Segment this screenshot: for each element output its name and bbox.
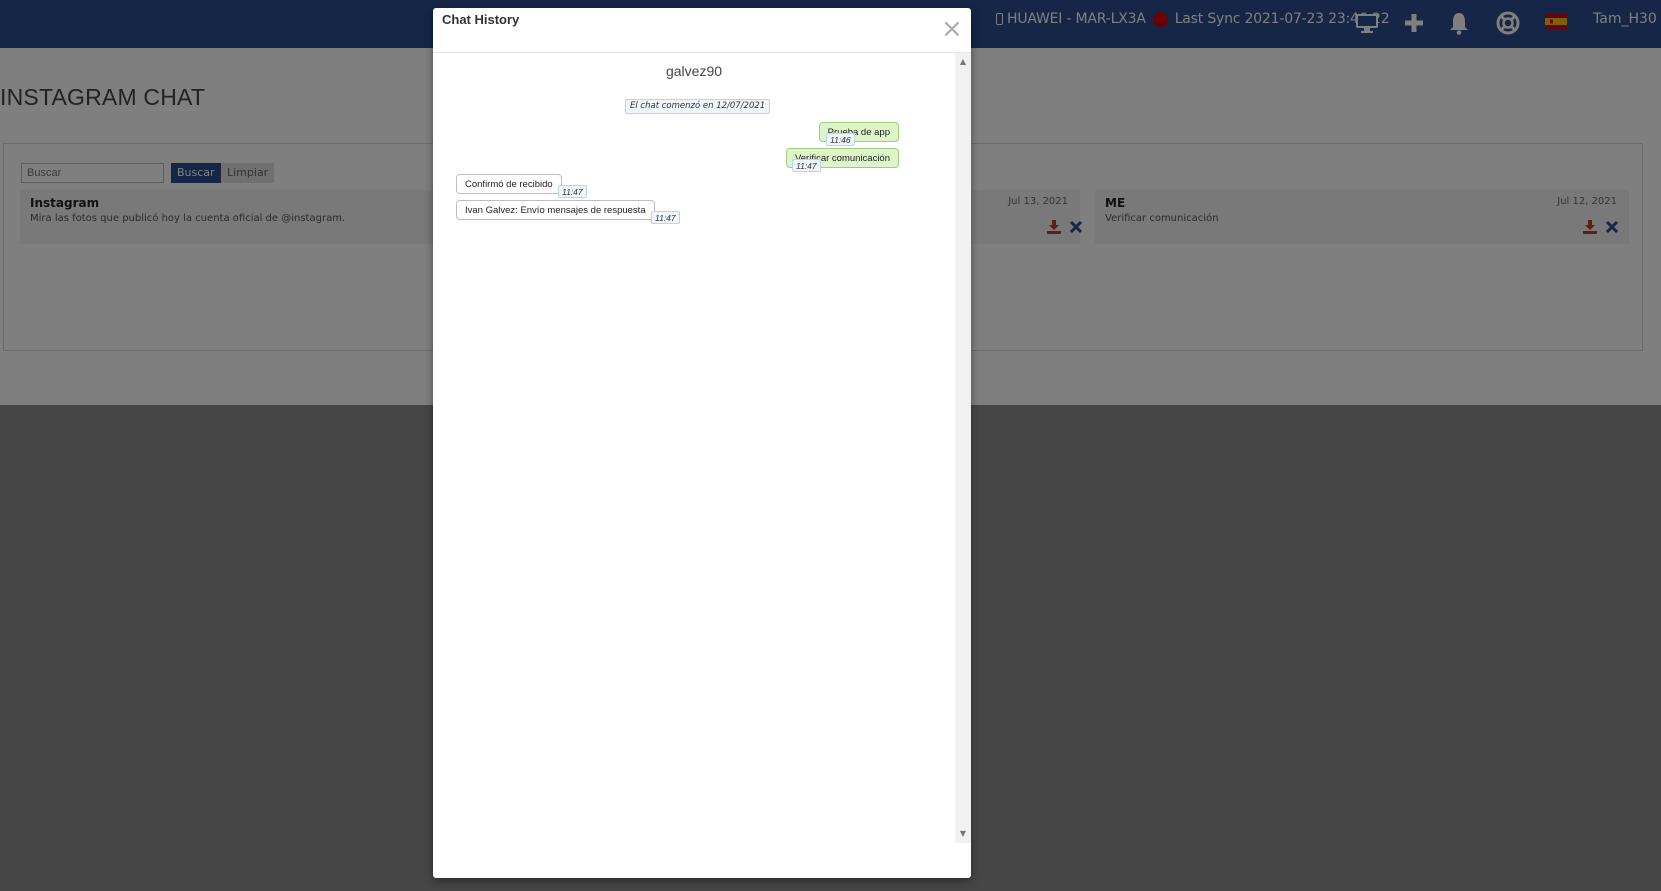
message-time: 11:46 bbox=[826, 133, 855, 146]
chat-scrollbar[interactable]: ▲ ▼ bbox=[955, 53, 971, 843]
modal-header: Chat History × bbox=[433, 8, 971, 53]
message-bubble-incoming: Ivan Galvez: Envío mensajes de respuesta bbox=[456, 200, 655, 220]
message-bubble-incoming: Confirmó de recibido bbox=[456, 174, 562, 194]
scroll-down-arrow-icon[interactable]: ▼ bbox=[955, 827, 971, 841]
modal-title: Chat History bbox=[442, 12, 520, 27]
chat-history-modal: Chat History × galvez90 El chat comenzó … bbox=[433, 8, 971, 878]
message-time: 11:47 bbox=[792, 159, 821, 172]
scroll-up-arrow-icon[interactable]: ▲ bbox=[955, 55, 971, 69]
chat-messages-area[interactable]: galvez90 El chat comenzó en 12/07/2021 P… bbox=[433, 53, 955, 843]
close-icon[interactable]: × bbox=[941, 16, 963, 42]
chat-contact-name: galvez90 bbox=[665, 63, 723, 79]
message-time: 11:47 bbox=[558, 185, 587, 198]
message-time: 11:47 bbox=[651, 211, 680, 224]
chat-start-notice: El chat comenzó en 12/07/2021 bbox=[625, 99, 771, 114]
